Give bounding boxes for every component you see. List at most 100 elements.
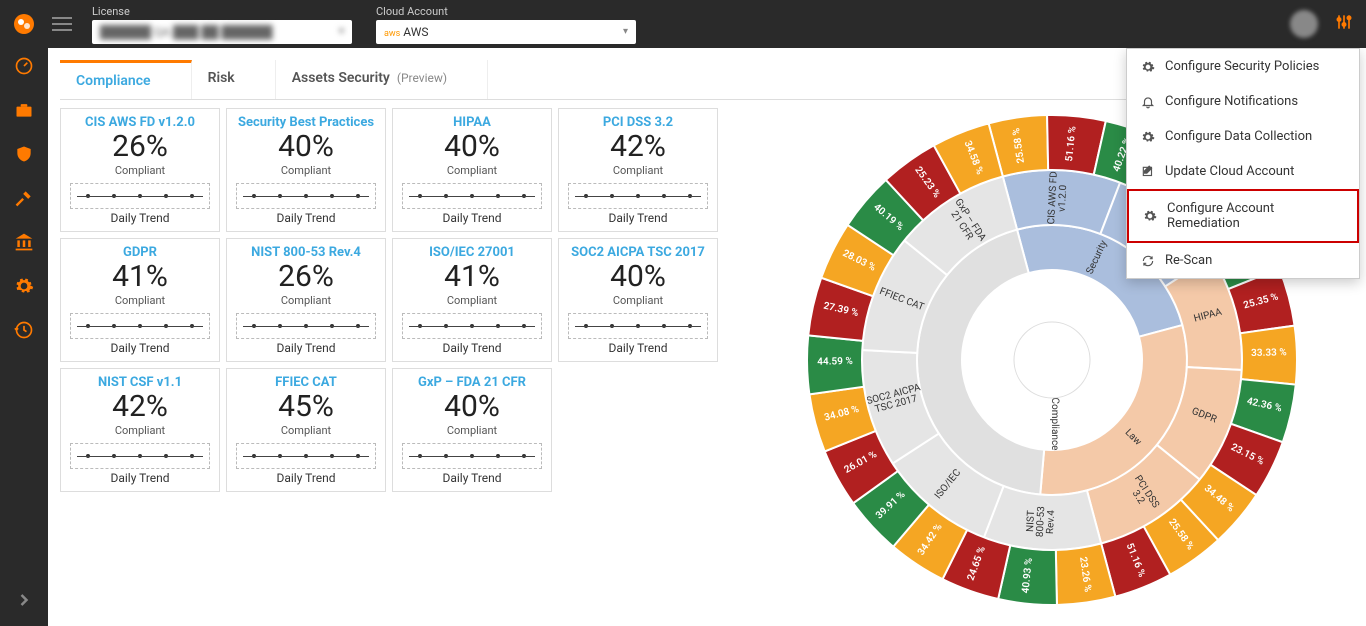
settings-icon[interactable] [1334,12,1354,36]
dropdown-label: Configure Notifications [1165,94,1298,109]
card-trend: Daily Trend [65,471,215,485]
sparkline [236,313,376,339]
card-percent: 41% [397,262,547,292]
card-sub: Compliant [231,294,381,307]
compliance-card[interactable]: ISO/IEC 27001 41% Compliant Daily Trend [392,238,552,362]
card-percent: 26% [231,262,381,292]
card-sub: Compliant [563,164,713,177]
menu-toggle[interactable] [52,17,72,31]
card-sub: Compliant [65,294,215,307]
history-icon[interactable] [14,320,34,340]
dropdown-item[interactable]: Configure Account Remediation [1127,189,1359,243]
card-title: ISO/IEC 27001 [397,245,547,260]
cloud-dropdown[interactable]: aws AWS▾ [376,20,636,44]
card-trend: Daily Trend [231,211,381,225]
dropdown-item[interactable]: Update Cloud Account [1127,154,1359,189]
license-label: License [92,5,352,18]
chevron-down-icon: ▾ [623,26,628,37]
svg-text:Compliance: Compliance [1049,398,1060,451]
gear-icon [1143,209,1157,223]
expand-nav-icon[interactable] [14,590,34,610]
card-percent: 40% [397,392,547,422]
card-trend: Daily Trend [397,471,547,485]
card-title: PCI DSS 3.2 [563,115,713,130]
card-title: NIST 800-53 Rev.4 [231,245,381,260]
card-percent: 42% [65,392,215,422]
compliance-card[interactable]: NIST CSF v1.1 42% Compliant Daily Trend [60,368,220,492]
institution-icon[interactable] [14,232,34,252]
compliance-card[interactable]: HIPAA 40% Compliant Daily Trend [392,108,552,232]
sparkline [402,443,542,469]
bell-icon [1141,95,1155,109]
compliance-card[interactable]: Security Best Practices 40% Compliant Da… [226,108,386,232]
sparkline [402,313,542,339]
card-trend: Daily Trend [231,471,381,485]
sparkline [70,183,210,209]
card-percent: 40% [231,132,381,162]
card-trend: Daily Trend [397,341,547,355]
compliance-card[interactable]: GxP – FDA 21 CFR 40% Compliant Daily Tre… [392,368,552,492]
briefcase-icon[interactable] [14,100,34,120]
chevron-down-icon: ▾ [339,26,344,37]
card-trend: Daily Trend [65,341,215,355]
dropdown-label: Configure Account Remediation [1167,201,1343,231]
edit-icon [1141,165,1155,179]
sparkline [402,183,542,209]
svg-text:33.33 %: 33.33 % [1251,347,1287,359]
dropdown-label: Update Cloud Account [1165,164,1294,179]
dropdown-label: Configure Data Collection [1165,129,1312,144]
shield-icon[interactable] [14,144,34,164]
sparkline [70,443,210,469]
card-title: HIPAA [397,115,547,130]
gear-icon [1141,130,1155,144]
dropdown-label: Re-Scan [1165,253,1212,268]
dropdown-item[interactable]: Re-Scan [1127,243,1359,278]
compliance-card[interactable]: PCI DSS 3.2 42% Compliant Daily Trend [558,108,718,232]
dropdown-item[interactable]: Configure Data Collection [1127,119,1359,154]
card-sub: Compliant [563,294,713,307]
license-selector-group: License ██████ QA ███ ██ ██████▾ [92,5,352,44]
cloud-selector-group: Cloud Account aws AWS▾ [376,5,636,44]
compliance-card[interactable]: GDPR 41% Compliant Daily Trend [60,238,220,362]
card-trend: Daily Trend [65,211,215,225]
tab-compliance[interactable]: Compliance [60,60,192,99]
sparkline [568,183,708,209]
top-bar: License ██████ QA ███ ██ ██████▾ Cloud A… [0,0,1366,48]
card-title: CIS AWS FD v1.2.0 [65,115,215,130]
dropdown-item[interactable]: Configure Notifications [1127,84,1359,119]
tab-risk[interactable]: Risk [192,60,276,99]
card-title: GxP – FDA 21 CFR [397,375,547,390]
tab-assets[interactable]: Assets Security (Preview) [276,60,488,99]
card-percent: 45% [231,392,381,422]
sparkline [236,183,376,209]
compliance-cards: CIS AWS FD v1.2.0 26% Compliant Daily Tr… [60,108,730,612]
card-sub: Compliant [65,164,215,177]
gear-icon[interactable] [14,276,34,296]
card-trend: Daily Trend [231,341,381,355]
card-sub: Compliant [397,424,547,437]
gavel-icon[interactable] [14,188,34,208]
card-title: GDPR [65,245,215,260]
dashboard-icon[interactable] [14,56,34,76]
card-sub: Compliant [397,164,547,177]
card-title: SOC2 AICPA TSC 2017 [563,245,713,260]
card-title: FFIEC CAT [231,375,381,390]
card-percent: 26% [65,132,215,162]
card-title: Security Best Practices [231,115,381,130]
card-sub: Compliant [397,294,547,307]
card-trend: Daily Trend [397,211,547,225]
card-sub: Compliant [231,164,381,177]
dropdown-item[interactable]: Configure Security Policies [1127,49,1359,84]
card-title: NIST CSF v1.1 [65,375,215,390]
card-percent: 42% [563,132,713,162]
user-avatar[interactable] [1290,10,1318,38]
compliance-card[interactable]: CIS AWS FD v1.2.0 26% Compliant Daily Tr… [60,108,220,232]
cloud-label: Cloud Account [376,5,636,18]
card-percent: 40% [563,262,713,292]
card-trend: Daily Trend [563,211,713,225]
license-dropdown[interactable]: ██████ QA ███ ██ ██████▾ [92,20,352,44]
compliance-card[interactable]: NIST 800-53 Rev.4 26% Compliant Daily Tr… [226,238,386,362]
compliance-card[interactable]: SOC2 AICPA TSC 2017 40% Compliant Daily … [558,238,718,362]
compliance-card[interactable]: FFIEC CAT 45% Compliant Daily Trend [226,368,386,492]
sparkline [236,443,376,469]
